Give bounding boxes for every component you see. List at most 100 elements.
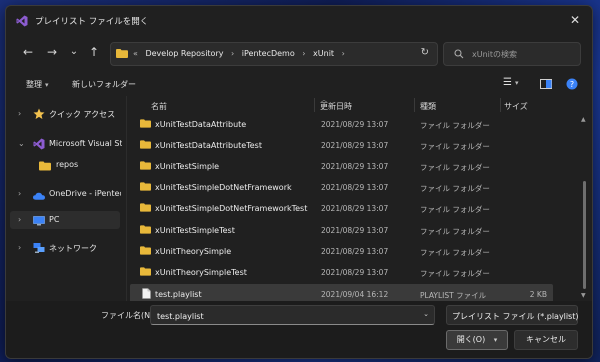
sidebar-item-network[interactable]: › ネットワーク: [6, 239, 123, 257]
sidebar-item-microsoft-visual-studio[interactable]: ⌄ Microsoft Visual Stu: [6, 135, 123, 153]
star-icon: [33, 108, 45, 119]
chevron-down-icon[interactable]: ⌄: [423, 310, 429, 318]
visual-studio-icon: [33, 138, 45, 150]
sidebar-item-onedrive[interactable]: › OneDrive - iPentec: [6, 185, 123, 203]
item-type: ファイル フォルダー: [420, 121, 490, 130]
list-item-selected[interactable]: test.playlist 2021/09/04 16:12 PLAYLIST …: [130, 284, 553, 301]
folder-icon: [39, 161, 51, 171]
column-divider[interactable]: [314, 98, 315, 112]
item-name: xUnitTheorySimpleTest: [155, 268, 247, 277]
sidebar-item-repos[interactable]: repos: [6, 156, 123, 174]
list-item[interactable]: xUnitTheorySimpleTest 2021/08/29 13:07 フ…: [130, 262, 553, 282]
breadcrumb-separator[interactable]: ›: [231, 49, 234, 58]
help-icon[interactable]: ?: [566, 78, 578, 90]
item-date: 2021/08/29 13:07: [321, 204, 389, 213]
item-date: 2021/09/04 16:12: [321, 290, 389, 299]
list-item[interactable]: xUnitTheorySimple 2021/08/29 13:07 ファイル …: [130, 241, 553, 261]
recent-locations-button[interactable]: ⌄: [66, 44, 82, 60]
breadcrumb-overflow[interactable]: «: [133, 49, 138, 58]
search-input[interactable]: [470, 46, 574, 62]
navigation-bar: ← → ⌄ ↑ « Develop Repository › iPentecDe…: [6, 40, 592, 66]
column-date[interactable]: 更新日時: [320, 101, 352, 112]
cancel-button[interactable]: キャンセル: [514, 330, 578, 350]
close-button[interactable]: ✕: [566, 11, 584, 29]
back-button[interactable]: ←: [20, 44, 36, 60]
list-item[interactable]: xUnitTestSimpleTest 2021/08/29 13:07 ファイ…: [130, 220, 553, 240]
list-item[interactable]: xUnitTestDataAttributeTest 2021/08/29 13…: [130, 135, 553, 155]
search-box[interactable]: [443, 42, 581, 66]
list-item[interactable]: xUnitTestSimpleDotNetFrameworkTest 2021/…: [130, 198, 553, 218]
forward-button[interactable]: →: [44, 44, 60, 60]
item-date: 2021/08/29 13:07: [321, 247, 389, 256]
organize-menu[interactable]: 整理 ▾: [26, 79, 49, 90]
column-name[interactable]: 名前: [151, 101, 167, 112]
sidebar-item-pc[interactable]: › PC: [10, 211, 120, 229]
chevron-right-icon[interactable]: ›: [18, 109, 21, 118]
column-type[interactable]: 種類: [420, 101, 436, 112]
chevron-right-icon[interactable]: ›: [18, 243, 21, 252]
preview-pane-icon[interactable]: [540, 79, 552, 89]
chevron-down-icon: ▾: [45, 81, 49, 89]
sidebar-item-label: Microsoft Visual Stu: [49, 139, 122, 148]
breadcrumb-ipentecdemo[interactable]: iPentecDemo: [242, 49, 295, 58]
column-size[interactable]: サイズ: [504, 101, 528, 112]
list-item[interactable]: xUnitTestSimple 2021/08/29 13:07 ファイル フォ…: [130, 156, 553, 176]
breadcrumb-separator[interactable]: ›: [342, 49, 345, 58]
column-header: ︿ 名前 更新日時 種類 サイズ: [127, 96, 592, 114]
item-name: xUnitTestSimpleTest: [155, 226, 235, 235]
breadcrumb-develop-repository[interactable]: Develop Repository: [145, 49, 223, 58]
dialog-footer: ファイル名(N): ⌄ プレイリスト ファイル (*.playlist) ⌄ 開…: [6, 301, 592, 358]
file-list: ︿ 名前 更新日時 種類 サイズ xUnitTestDataAttribute …: [127, 96, 592, 301]
sidebar-item-label: OneDrive - iPentec: [49, 189, 121, 198]
folder-icon: [140, 140, 151, 149]
address-bar[interactable]: « Develop Repository › iPentecDemo › xUn…: [110, 42, 438, 66]
new-folder-button[interactable]: 新しいフォルダー: [72, 79, 136, 90]
breadcrumb-separator[interactable]: ›: [302, 49, 305, 58]
chevron-down-icon[interactable]: ⌄: [18, 139, 25, 148]
svg-text:?: ?: [570, 80, 574, 89]
filename-label: ファイル名(N):: [101, 311, 156, 320]
item-date: 2021/08/29 13:07: [321, 120, 389, 129]
open-button[interactable]: 開く(O) ▾: [446, 330, 508, 350]
folder-icon: [140, 161, 151, 170]
sidebar-item-label: PC: [49, 215, 60, 224]
folder-icon: [140, 225, 151, 234]
navigation-pane: › クイック アクセス ⌄ Microsoft Visual Stu repos…: [6, 99, 123, 299]
scroll-up-arrow-icon[interactable]: ▲: [581, 116, 586, 123]
filename-input[interactable]: [155, 308, 419, 324]
view-options-button[interactable]: ☰ ▾: [503, 77, 518, 88]
column-divider[interactable]: [414, 98, 415, 112]
sidebar-item-quick-access[interactable]: › クイック アクセス: [6, 105, 123, 123]
item-type: ファイル フォルダー: [420, 248, 490, 257]
chevron-down-icon: ▾: [514, 79, 519, 87]
sidebar-item-label: repos: [56, 160, 79, 169]
column-divider[interactable]: [500, 98, 501, 112]
scroll-down-arrow-icon[interactable]: ▼: [581, 292, 586, 299]
breadcrumb-xunit[interactable]: xUnit: [313, 49, 334, 58]
item-name: test.playlist: [155, 290, 202, 299]
item-date: 2021/08/29 13:07: [321, 141, 389, 150]
chevron-right-icon[interactable]: ›: [18, 189, 21, 198]
folder-icon: [140, 246, 151, 255]
item-date: 2021/08/29 13:07: [321, 226, 389, 235]
filetype-select[interactable]: プレイリスト ファイル (*.playlist) ⌄: [446, 305, 579, 325]
up-button[interactable]: ↑: [86, 44, 102, 60]
chevron-down-icon[interactable]: ▾: [494, 336, 498, 344]
filename-combobox[interactable]: ⌄: [150, 305, 435, 325]
cloud-icon: [33, 192, 45, 200]
folder-icon: [116, 49, 128, 58]
item-name: xUnitTestSimpleDotNetFramework: [155, 183, 292, 192]
file-icon: [142, 288, 151, 299]
item-date: 2021/08/29 13:07: [321, 183, 389, 192]
item-name: xUnitTestDataAttributeTest: [155, 141, 262, 150]
vertical-scrollbar[interactable]: [583, 181, 586, 289]
dialog-title: プレイリスト ファイルを開く: [35, 17, 149, 27]
list-item[interactable]: xUnitTestDataAttribute 2021/08/29 13:07 …: [130, 114, 553, 134]
chevron-right-icon[interactable]: ›: [18, 215, 21, 224]
open-file-dialog: プレイリスト ファイルを開く ✕ ← → ⌄ ↑ « Develop Repos…: [5, 5, 593, 359]
item-date: 2021/08/29 13:07: [321, 162, 389, 171]
list-item[interactable]: xUnitTestSimpleDotNetFramework 2021/08/2…: [130, 177, 553, 197]
refresh-button[interactable]: ↻: [421, 47, 429, 58]
item-type: ファイル フォルダー: [420, 269, 490, 278]
folder-icon: [140, 267, 151, 276]
